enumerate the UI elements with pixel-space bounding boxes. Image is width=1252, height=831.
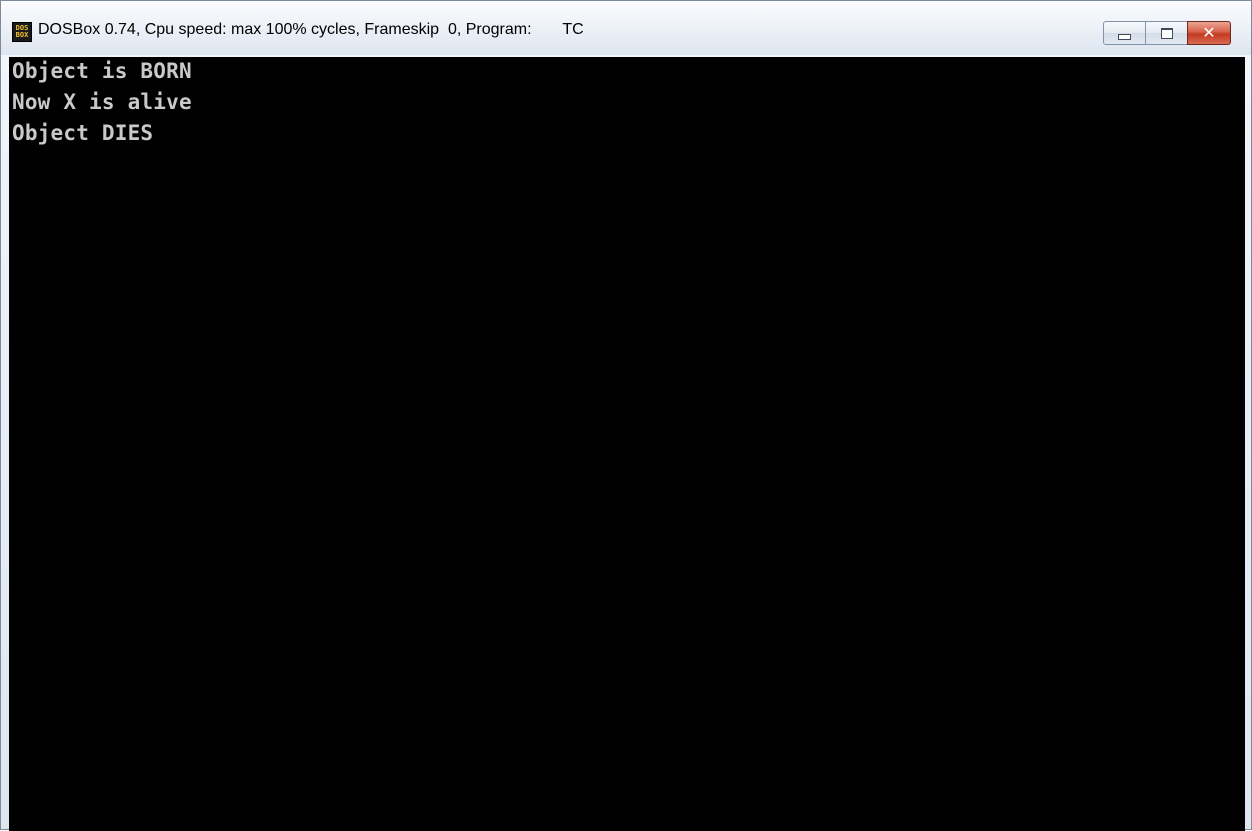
- app-icon-label-bottom: BOX: [15, 31, 29, 39]
- maximize-button[interactable]: [1145, 21, 1188, 45]
- close-button[interactable]: ✕: [1187, 21, 1231, 45]
- console-line: Object DIES: [12, 121, 154, 145]
- console-line: Now X is alive: [12, 90, 192, 114]
- window-title: DOSBox 0.74, Cpu speed: max 100% cycles,…: [38, 21, 584, 38]
- dosbox-app-icon[interactable]: DOS BOX: [12, 22, 32, 42]
- dos-screen[interactable]: Object is BORN Now X is alive Object DIE…: [9, 57, 1245, 831]
- close-icon: ✕: [1202, 23, 1216, 42]
- minimize-button[interactable]: [1103, 21, 1146, 45]
- minimize-icon: [1118, 34, 1131, 40]
- dosbox-window: DOS BOX DOSBox 0.74, Cpu speed: max 100%…: [0, 0, 1252, 831]
- title-bar[interactable]: DOS BOX DOSBox 0.74, Cpu speed: max 100%…: [1, 1, 1251, 55]
- maximize-icon: [1160, 27, 1173, 39]
- console-line: Object is BORN: [12, 59, 192, 83]
